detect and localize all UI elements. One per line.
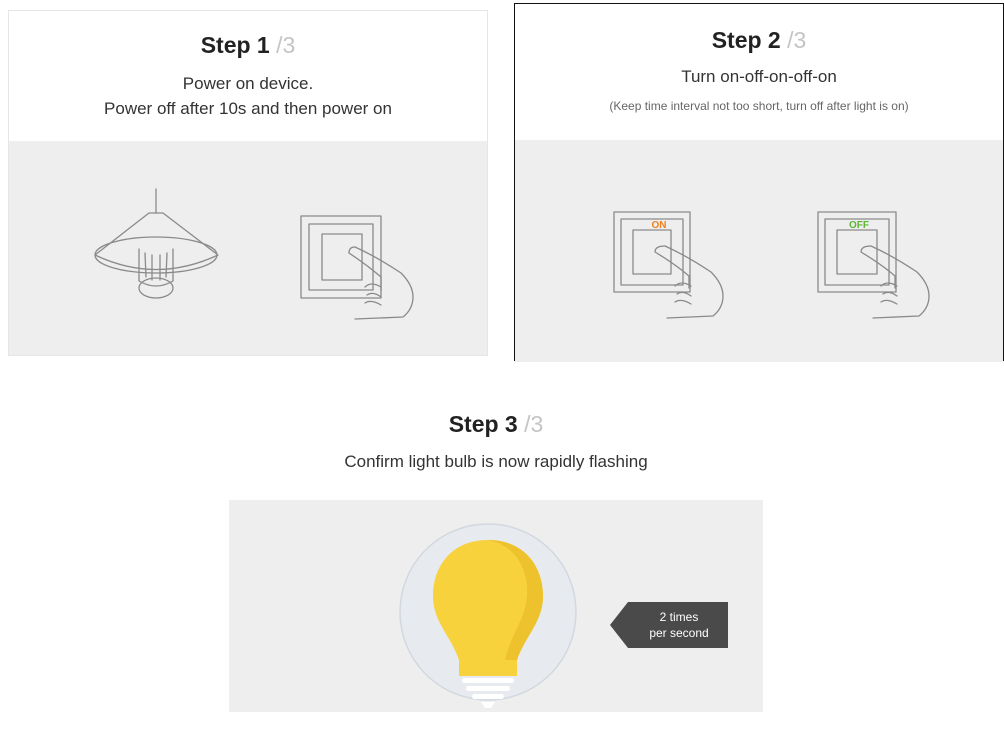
step-3-title: Step 3 /3 xyxy=(229,410,763,438)
step-2-note: (Keep time interval not too short, turn … xyxy=(609,99,909,113)
step-3-header: Step 3 /3 Confirm light bulb is now rapi… xyxy=(229,390,763,500)
switch-off-label: OFF xyxy=(849,220,869,231)
step-1-card: Step 1 /3 Power on device. Power off aft… xyxy=(8,10,488,356)
step-2-title-text: Step 2 xyxy=(711,27,781,53)
step-2-header: Step 2 /3 Turn on-off-on-off-on (Keep ti… xyxy=(515,4,1003,140)
step-1-title: Step 1 /3 xyxy=(9,31,487,59)
step-2-instruction: Turn on-off-on-off-on xyxy=(681,67,837,86)
wall-switch-icon xyxy=(300,215,414,320)
step-3-illustration: 2 times per second xyxy=(229,500,763,712)
switch-on-icon xyxy=(613,211,724,319)
flash-rate-badge: 2 times per second xyxy=(610,602,728,648)
step-3-title-text: Step 3 xyxy=(448,411,518,437)
switch-off-icon xyxy=(817,211,930,319)
flash-rate-line-2: per second xyxy=(649,626,709,640)
flash-rate-line-1: 2 times xyxy=(659,610,699,624)
step-3-card: Step 3 /3 Confirm light bulb is now rapi… xyxy=(229,390,763,712)
step-2-total: /3 xyxy=(787,27,807,53)
step-1-header: Step 1 /3 Power on device. Power off aft… xyxy=(9,11,487,141)
step-2-illustration-svg: ON OFF xyxy=(613,211,930,319)
step-3-instruction: Confirm light bulb is now rapidly flashi… xyxy=(344,452,648,471)
pendant-lamp-icon xyxy=(94,188,219,299)
step-2-title: Step 2 /3 xyxy=(515,26,1003,54)
step-1-total: /3 xyxy=(276,32,296,58)
step-2-illustration: ON OFF xyxy=(515,140,1003,362)
step-3-total: /3 xyxy=(524,411,544,437)
step-2-card: Step 2 /3 Turn on-off-on-off-on (Keep ti… xyxy=(514,3,1004,362)
step-1-instruction-2: Power off after 10s and then power on xyxy=(104,99,392,118)
step-1-title-text: Step 1 xyxy=(200,32,270,58)
step-1-illustration-svg xyxy=(94,188,414,320)
step-1-illustration xyxy=(9,141,487,355)
flash-rate-text: 2 times per second xyxy=(634,609,724,641)
step-1-instruction-1: Power on device. xyxy=(182,74,314,93)
switch-on-label: ON xyxy=(652,220,667,231)
